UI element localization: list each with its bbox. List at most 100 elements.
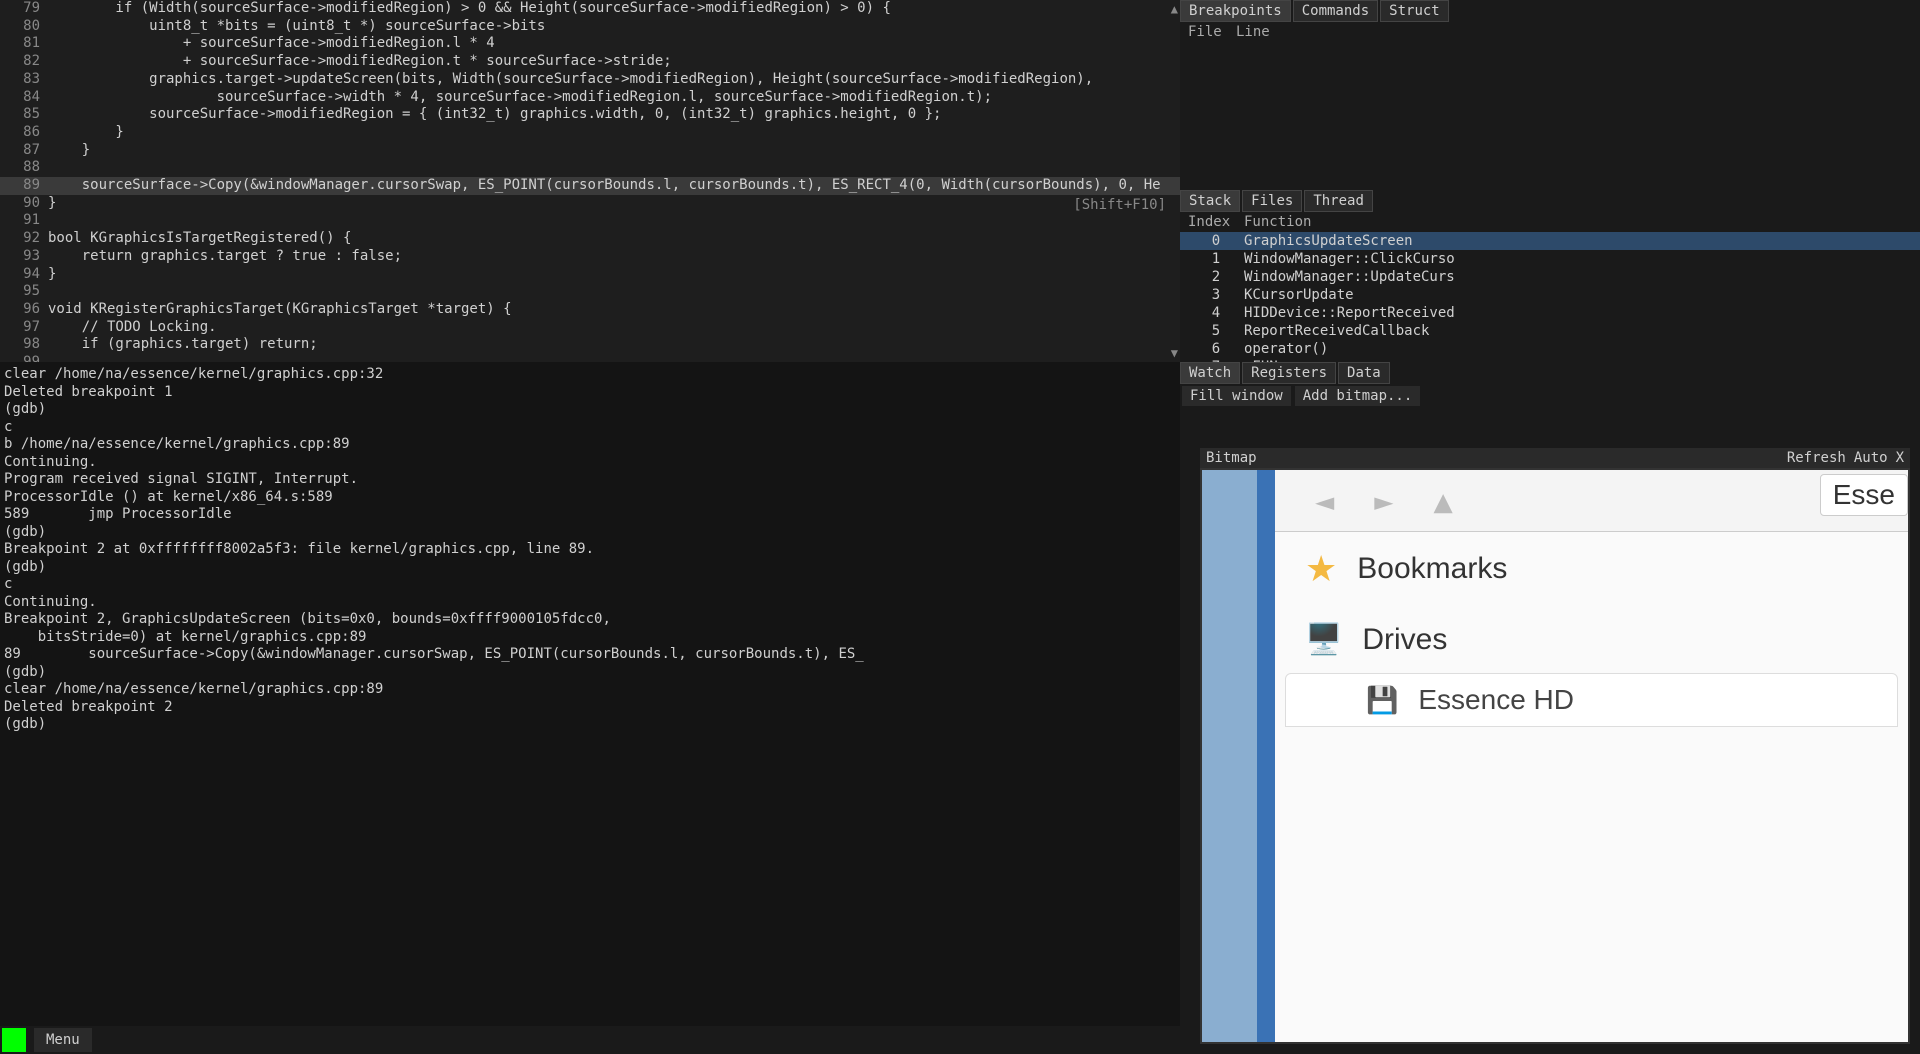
- code-text: sourceSurface->modifiedRegion = { (int32…: [48, 106, 1180, 124]
- code-line[interactable]: 99: [0, 354, 1180, 362]
- watch-panel: WatchRegistersData Fill windowAdd bitmap…: [1180, 362, 1920, 1054]
- code-line[interactable]: 97 // TODO Locking.: [0, 319, 1180, 337]
- line-number: 99: [0, 354, 48, 362]
- bookmarks-label: Bookmarks: [1357, 552, 1507, 586]
- code-line[interactable]: 88: [0, 159, 1180, 177]
- bitmap-refresh-button[interactable]: Refresh: [1787, 450, 1846, 466]
- forward-arrow-icon: ►: [1374, 482, 1393, 520]
- console-line: (gdb): [4, 716, 1176, 734]
- frame-index: 5: [1188, 323, 1244, 339]
- line-number: 92: [0, 230, 48, 248]
- line-number: 91: [0, 212, 48, 230]
- stack-frame[interactable]: 0GraphicsUpdateScreen: [1180, 232, 1920, 250]
- tab-thread[interactable]: Thread: [1304, 190, 1373, 212]
- code-line[interactable]: 80 uint8_t *bits = (uint8_t *) sourceSur…: [0, 18, 1180, 36]
- console-line: (gdb): [4, 524, 1176, 542]
- code-editor[interactable]: 79 if (Width(sourceSurface->modifiedRegi…: [0, 0, 1180, 362]
- code-line[interactable]: 85 sourceSurface->modifiedRegion = { (in…: [0, 106, 1180, 124]
- console-line: Breakpoint 2, GraphicsUpdateScreen (bits…: [4, 611, 1176, 629]
- code-line[interactable]: 83 graphics.target->updateScreen(bits, W…: [0, 71, 1180, 89]
- add-bitmap-button[interactable]: Add bitmap...: [1295, 386, 1421, 406]
- computer-icon: 🖥️: [1305, 622, 1342, 657]
- drives-item: 🖥️ Drives: [1275, 606, 1908, 673]
- console-line: c: [4, 419, 1176, 437]
- console-line: 589 jmp ProcessorIdle: [4, 506, 1176, 524]
- line-number: 83: [0, 71, 48, 89]
- code-line[interactable]: 92bool KGraphicsIsTargetRegistered() {: [0, 230, 1180, 248]
- scroll-down-icon[interactable]: ▼: [1171, 346, 1178, 360]
- tab-registers[interactable]: Registers: [1242, 362, 1336, 384]
- code-line[interactable]: 98 if (graphics.target) return;: [0, 336, 1180, 354]
- code-line[interactable]: 90}: [0, 195, 1180, 213]
- app-title: Esse: [1820, 474, 1908, 516]
- stack-frame[interactable]: 1WindowManager::ClickCurso: [1180, 250, 1920, 268]
- frame-function: HIDDevice::ReportReceived: [1244, 305, 1455, 321]
- tab-breakpoints[interactable]: Breakpoints: [1180, 0, 1291, 22]
- code-line[interactable]: 93 return graphics.target ? true : false…: [0, 248, 1180, 266]
- drive-hd-label: Essence HD: [1418, 684, 1574, 716]
- drives-label: Drives: [1362, 623, 1447, 657]
- watch-toolbar: Fill windowAdd bitmap...: [1180, 384, 1920, 408]
- tab-watch[interactable]: Watch: [1180, 362, 1240, 384]
- bitmap-title: Bitmap: [1206, 450, 1257, 466]
- console-line: Continuing.: [4, 454, 1176, 472]
- stack-frame[interactable]: 3KCursorUpdate: [1180, 286, 1920, 304]
- code-line[interactable]: 94}: [0, 266, 1180, 284]
- frame-function: WindowManager::UpdateCurs: [1244, 269, 1455, 285]
- tab-commands[interactable]: Commands: [1293, 0, 1378, 22]
- console-line: bitsStride=0) at kernel/graphics.cpp:89: [4, 629, 1176, 647]
- frame-function: operator(): [1244, 341, 1328, 357]
- console-line: Program received signal SIGINT, Interrup…: [4, 471, 1176, 489]
- shortcut-hint: [Shift+F10]: [1073, 197, 1166, 213]
- bitmap-auto-button[interactable]: Auto: [1854, 450, 1888, 466]
- bitmap-content: ◄ ► ▲ Esse ★ Bookmarks 🖥️ Drives 💾 Essen…: [1200, 468, 1910, 1044]
- console-line: Deleted breakpoint 2: [4, 699, 1176, 717]
- code-text: graphics.target->updateScreen(bits, Widt…: [48, 71, 1180, 89]
- line-number: 80: [0, 18, 48, 36]
- debug-console[interactable]: clear /home/na/essence/kernel/graphics.c…: [0, 362, 1180, 1054]
- code-line[interactable]: 87 }: [0, 142, 1180, 160]
- code-text: if (graphics.target) return;: [48, 336, 1180, 354]
- frame-function: ReportReceivedCallback: [1244, 323, 1429, 339]
- tab-files[interactable]: Files: [1242, 190, 1302, 212]
- frame-index: 1: [1188, 251, 1244, 267]
- breakpoints-header: File Line: [1180, 22, 1920, 42]
- stack-frame[interactable]: 6operator(): [1180, 340, 1920, 358]
- code-line[interactable]: 79 if (Width(sourceSurface->modifiedRegi…: [0, 0, 1180, 18]
- disk-icon: 💾: [1366, 685, 1398, 716]
- code-line[interactable]: 96void KRegisterGraphicsTarget(KGraphics…: [0, 301, 1180, 319]
- code-line[interactable]: 82 + sourceSurface->modifiedRegion.t * s…: [0, 53, 1180, 71]
- code-line[interactable]: 84 sourceSurface->width * 4, sourceSurfa…: [0, 89, 1180, 107]
- stack-header: Index Function: [1180, 212, 1920, 232]
- console-line: (gdb): [4, 401, 1176, 419]
- drive-hd-item: 💾 Essence HD: [1285, 673, 1898, 727]
- bitmap-x-button[interactable]: X: [1896, 450, 1904, 466]
- frame-index: 4: [1188, 305, 1244, 321]
- console-line: clear /home/na/essence/kernel/graphics.c…: [4, 366, 1176, 384]
- code-text: }: [48, 266, 1180, 284]
- code-line[interactable]: 91: [0, 212, 1180, 230]
- line-number: 97: [0, 319, 48, 337]
- code-text: }: [48, 195, 1180, 213]
- console-line: (gdb): [4, 664, 1176, 682]
- scroll-up-icon[interactable]: ▲: [1171, 2, 1178, 16]
- menu-button[interactable]: Menu: [34, 1028, 92, 1052]
- fill-windowbutton[interactable]: Fill window: [1182, 386, 1291, 406]
- code-line[interactable]: 86 }: [0, 124, 1180, 142]
- code-line[interactable]: 89 sourceSurface->Copy(&windowManager.cu…: [0, 177, 1180, 195]
- line-number: 89: [0, 177, 48, 195]
- stack-frame[interactable]: 2WindowManager::UpdateCurs: [1180, 268, 1920, 286]
- tab-data[interactable]: Data: [1338, 362, 1390, 384]
- console-line: Deleted breakpoint 1: [4, 384, 1176, 402]
- stack-frame[interactable]: 5ReportReceivedCallback: [1180, 322, 1920, 340]
- code-line[interactable]: 95: [0, 283, 1180, 301]
- up-arrow-icon: ▲: [1434, 482, 1453, 520]
- code-text: uint8_t *bits = (uint8_t *) sourceSurfac…: [48, 18, 1180, 36]
- bitmap-viewer: Bitmap Refresh Auto X ◄ ► ▲ Esse ★ Bookmar…: [1200, 448, 1910, 1044]
- stack-frame[interactable]: 4HIDDevice::ReportReceived: [1180, 304, 1920, 322]
- tab-struct[interactable]: Struct: [1380, 0, 1449, 22]
- frame-index: 6: [1188, 341, 1244, 357]
- code-line[interactable]: 81 + sourceSurface->modifiedRegion.l * 4: [0, 35, 1180, 53]
- line-number: 98: [0, 336, 48, 354]
- tab-stack[interactable]: Stack: [1180, 190, 1240, 212]
